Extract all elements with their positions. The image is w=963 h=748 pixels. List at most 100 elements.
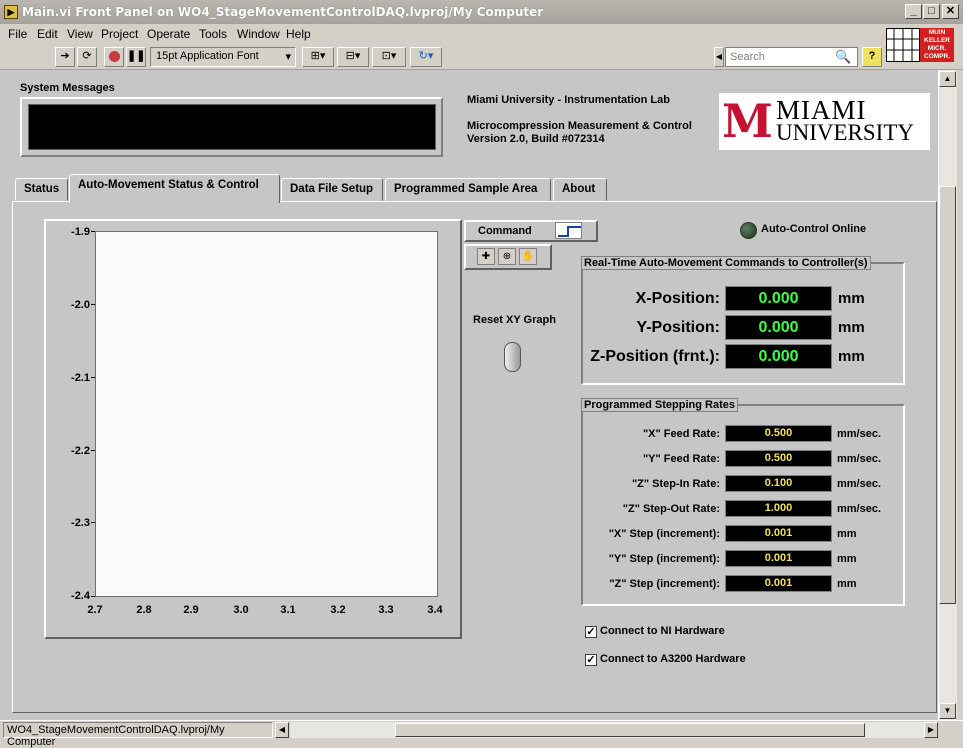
x-tick-label: 2.8 (136, 604, 152, 616)
y-step-increment-unit: mm (837, 553, 857, 565)
menu-help[interactable]: Help (286, 27, 311, 41)
menu-file[interactable]: File (8, 27, 27, 41)
x-tick-label: 3.1 (280, 604, 296, 616)
scroll-up-icon[interactable]: ▲ (939, 71, 956, 87)
x-tick-label: 3.3 (378, 604, 394, 616)
menu-edit[interactable]: Edit (37, 27, 58, 41)
system-messages-display[interactable] (28, 104, 436, 150)
y-position-unit: mm (838, 319, 865, 336)
run-continuously-icon[interactable]: ⟳ (77, 47, 97, 67)
y-tick-label: -2.3 (71, 517, 90, 529)
font-ring-dropdown[interactable]: 15pt Application Font ▾ (150, 47, 296, 67)
vi-icon-badge[interactable]: MUIN KELLER MICR. COMPR. (920, 28, 954, 62)
menu-operate[interactable]: Operate (147, 27, 190, 41)
menu-tools[interactable]: Tools (199, 27, 227, 41)
y-tick-label: -2.1 (71, 372, 90, 384)
horizontal-scroll-thumb[interactable] (395, 723, 865, 737)
scroll-right-icon[interactable]: ▶ (924, 722, 938, 738)
help-icon[interactable]: ? (862, 47, 882, 67)
chevron-down-icon: ▾ (285, 51, 291, 63)
resize-objects-icon[interactable]: ⊡▾ (372, 47, 406, 67)
z-position-unit: mm (838, 348, 865, 365)
reorder-icon[interactable]: ↻▾ (410, 47, 442, 67)
y-tick-label: -2.4 (71, 590, 90, 602)
tab-about[interactable]: About (553, 178, 607, 201)
crosshair-cursor-icon[interactable]: ✚ (477, 248, 495, 265)
x-tick-label: 2.9 (183, 604, 199, 616)
x-step-increment-label: "X" Step (increment): (608, 528, 720, 540)
auto-control-online-led (740, 222, 757, 239)
pause-icon[interactable]: ❚❚ (126, 47, 146, 67)
realtime-commands-title: Real-Time Auto-Movement Commands to Cont… (581, 256, 871, 270)
connect-a3200-hardware-label: Connect to A3200 Hardware (600, 653, 746, 665)
z-step-in-rate-unit: mm/sec. (837, 478, 882, 490)
connect-a3200-hardware-checkbox[interactable]: ✓ (585, 654, 597, 666)
distribute-objects-icon[interactable]: ⊟▾ (337, 47, 369, 67)
minimize-button[interactable]: _ (905, 4, 922, 19)
project-path: WO4_StageMovementControlDAQ.lvproj/My Co… (3, 722, 273, 748)
badge-line: KELLER (924, 37, 950, 44)
window-title: Main.vi Front Panel on WO4_StageMovement… (22, 5, 544, 19)
y-position-display: 0.000 (725, 315, 832, 340)
z-step-increment-display: 0.001 (725, 575, 832, 592)
menu-view[interactable]: View (67, 27, 93, 41)
x-step-increment-display: 0.001 (725, 525, 832, 542)
zoom-icon[interactable]: ⊕ (498, 248, 516, 265)
z-step-in-rate-display: 0.100 (725, 475, 832, 492)
plot-legend-label: Command (478, 225, 532, 237)
close-button[interactable]: ✕ (942, 4, 959, 19)
x-position-display: 0.000 (725, 286, 832, 311)
vi-connector-pane-icon[interactable] (886, 28, 920, 62)
z-step-out-rate-display: 1.000 (725, 500, 832, 517)
y-tick-label: -2.2 (71, 445, 90, 457)
tab-auto-movement[interactable]: Auto-Movement Status & Control (69, 174, 280, 203)
menu-window[interactable]: Window (237, 27, 280, 41)
pan-hand-icon[interactable]: ✋ (519, 248, 537, 265)
vertical-scroll-thumb[interactable] (939, 186, 956, 604)
x-position-label: X-Position: (635, 290, 720, 307)
search-collapse-icon[interactable]: ◀ (714, 47, 724, 67)
logo-mark: M (722, 94, 773, 148)
y-feed-rate-label: "Y" Feed Rate: (642, 453, 720, 465)
align-objects-icon[interactable]: ⊞▾ (302, 47, 334, 67)
y-step-increment-label: "Y" Step (increment): (608, 553, 720, 565)
x-feed-rate-display: 0.500 (725, 425, 832, 442)
product-name: Microcompression Measurement & Control (467, 120, 692, 132)
run-arrow-icon[interactable]: ➔ (55, 47, 75, 67)
abort-icon[interactable] (104, 47, 124, 67)
search-icon[interactable]: 🔍 (835, 49, 851, 65)
tab-status[interactable]: Status (15, 178, 68, 201)
labview-app-icon[interactable]: ▶ (4, 5, 18, 19)
xy-graph-plot-area[interactable] (95, 231, 438, 597)
tab-programmed-sample-area[interactable]: Programmed Sample Area (385, 178, 551, 201)
x-tick-label: 3.4 (427, 604, 443, 616)
tab-data-file-setup[interactable]: Data File Setup (281, 178, 383, 201)
badge-line: MUIN (928, 29, 946, 36)
connect-ni-hardware-checkbox[interactable]: ✓ (585, 626, 597, 638)
badge-line: COMPR. (924, 53, 950, 60)
menu-bar: File Edit View Project Operate Tools Win… (0, 24, 963, 44)
z-position-label: Z-Position (frnt.): (590, 348, 720, 365)
version-text: Version 2.0, Build #072314 (467, 133, 605, 145)
z-step-increment-label: "Z" Step (increment): (609, 578, 720, 590)
system-messages-label: System Messages (20, 82, 115, 94)
x-tick-label: 2.7 (87, 604, 103, 616)
x-tick-label: 3.0 (233, 604, 249, 616)
title-bar: ▶ Main.vi Front Panel on WO4_StageMoveme… (0, 0, 963, 24)
plot-line-style-icon[interactable] (555, 222, 582, 239)
x-position-unit: mm (838, 290, 865, 307)
status-left-arrow-icon[interactable]: ◀ (275, 722, 289, 738)
maximize-button[interactable]: □ (923, 4, 940, 19)
connect-ni-hardware-label: Connect to NI Hardware (600, 625, 725, 637)
font-ring-label: 15pt Application Font (156, 50, 259, 62)
stepping-rates-title: Programmed Stepping Rates (581, 398, 738, 412)
z-position-display: 0.000 (725, 344, 832, 369)
menu-project[interactable]: Project (101, 27, 138, 41)
scroll-down-icon[interactable]: ▼ (939, 703, 956, 719)
y-step-increment-display: 0.001 (725, 550, 832, 567)
reset-xy-graph-toggle[interactable] (504, 342, 521, 372)
y-tick-label: -1.9 (71, 226, 90, 238)
y-position-label: Y-Position: (636, 319, 720, 336)
y-feed-rate-display: 0.500 (725, 450, 832, 467)
logo-line2: UNIVERSITY (776, 120, 914, 145)
